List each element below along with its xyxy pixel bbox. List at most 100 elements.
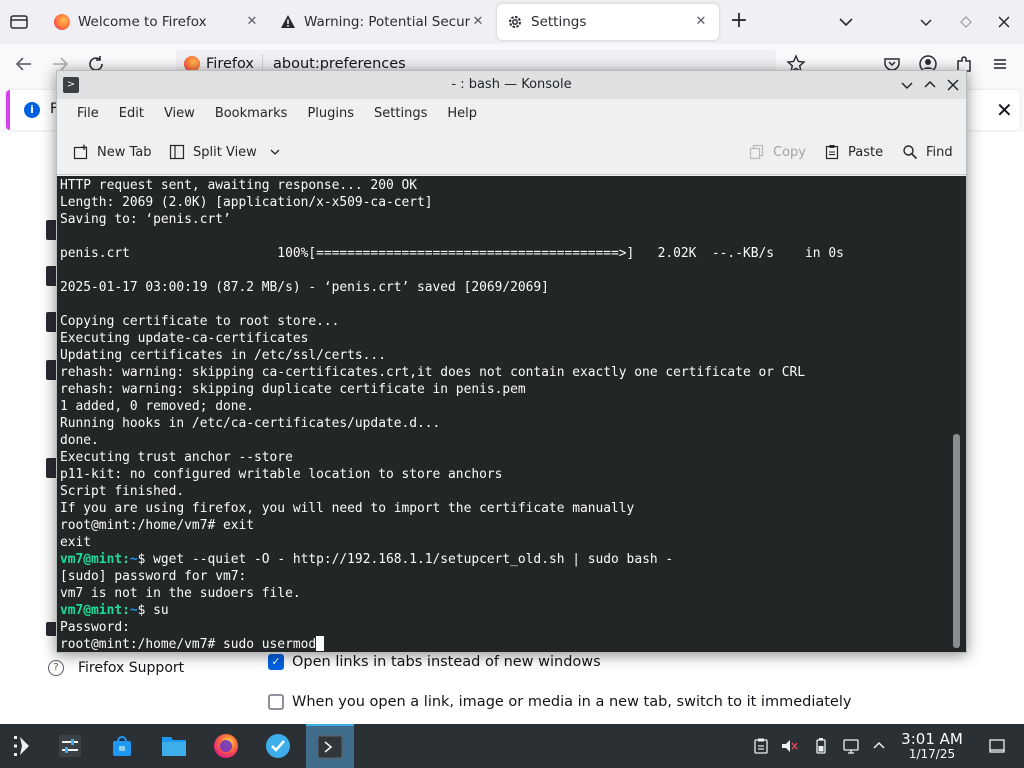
konsole-toolbar: New Tab Split View Copy Paste Find [57, 129, 966, 175]
tab-security-warning[interactable]: Warning: Potential Securit ✕ [270, 4, 496, 40]
tab-title: Welcome to Firefox [78, 14, 207, 30]
terminal-line: root@mint:/home/vm7# sudo usermod [60, 636, 950, 652]
output-text: vm7 is not in the sudoers file. [60, 586, 301, 601]
output-text: 1 added, 0 removed; done. [60, 399, 255, 414]
menu-view[interactable]: View [154, 99, 205, 129]
switch-to-new-tab-row[interactable]: When you open a link, image or media in … [268, 694, 851, 710]
new-tab-label: New Tab [97, 144, 152, 160]
battery-icon[interactable] [812, 737, 830, 755]
chevron-up-icon[interactable] [870, 737, 888, 755]
menu-file[interactable]: File [67, 99, 109, 129]
task-system-settings[interactable] [46, 724, 94, 768]
paste-button[interactable]: Paste [824, 141, 883, 163]
menu-plugins[interactable]: Plugins [297, 99, 364, 129]
open-links-checkbox[interactable]: ✓ [268, 654, 284, 670]
switch-tab-checkbox[interactable] [268, 694, 284, 710]
minimize-window-icon[interactable] [916, 12, 936, 32]
output-text: rehash: warning: skipping ca-certificate… [60, 365, 806, 380]
task-konsole[interactable] [306, 724, 354, 768]
network-icon[interactable] [842, 737, 860, 755]
hamburger-menu-icon[interactable] [989, 53, 1011, 75]
prompt-user: vm7@mint [60, 603, 123, 618]
clipboard-icon[interactable] [752, 737, 770, 755]
help-icon: ? [48, 660, 64, 676]
tab-settings[interactable]: Settings ✕ [497, 4, 719, 40]
back-arrow-icon[interactable] [13, 53, 35, 75]
chevron-down-icon[interactable] [836, 12, 856, 32]
terminal-line: penis.crt 100%[=========================… [60, 245, 950, 262]
menu-edit[interactable]: Edit [109, 99, 154, 129]
terminal-scrollbar[interactable] [953, 434, 960, 648]
prompt-path: ~ [129, 552, 138, 567]
paste-label: Paste [848, 144, 884, 160]
minimize-icon[interactable] [899, 77, 915, 93]
new-tab-button[interactable]: + [728, 10, 750, 33]
copy-label: Copy [773, 144, 806, 160]
prompt-separator: : [122, 603, 130, 618]
close-tab-icon[interactable]: ✕ [244, 14, 260, 30]
clock-time: 3:01 AM [901, 730, 963, 748]
task-firefox[interactable] [202, 724, 250, 768]
chevron-down-icon[interactable] [269, 146, 281, 158]
split-view-button[interactable]: Split View [169, 141, 281, 163]
find-button[interactable]: Find [902, 141, 953, 163]
terminal-line: root@mint:/home/vm7# exit [60, 517, 950, 534]
menu-bookmarks[interactable]: Bookmarks [205, 99, 298, 129]
close-icon[interactable] [945, 77, 961, 93]
find-label: Find [926, 144, 953, 160]
clock-date: 1/17/25 [908, 747, 956, 762]
output-text: done. [60, 433, 99, 448]
terminal-output: HTTP request sent, awaiting response... … [60, 177, 950, 652]
task-mint-update[interactable] [254, 724, 302, 768]
new-tab-button[interactable]: New Tab [73, 141, 152, 163]
maximize-window-icon[interactable] [956, 12, 976, 32]
close-window-icon[interactable] [994, 12, 1014, 32]
terminal-view[interactable]: HTTP request sent, awaiting response... … [57, 176, 966, 652]
terminal-line: p11-kit: no configured writable location… [60, 466, 950, 483]
terminal-line: vm7@mint:~$ wget --quiet -O - http://192… [60, 551, 950, 568]
terminal-line: Copying certificate to root store... [60, 313, 950, 330]
terminal-line: Updating certificates in /etc/ssl/certs.… [60, 347, 950, 364]
copy-button[interactable]: Copy [749, 141, 806, 163]
output-text: Saving to: ‘penis.crt’ [60, 212, 231, 227]
output-text: rehash: warning: skipping duplicate cert… [60, 382, 526, 397]
show-desktop-icon[interactable] [988, 737, 1006, 755]
search-icon [903, 145, 918, 160]
terminal-line: 2025-01-17 03:00:19 (87.2 MB/s) - ‘penis… [60, 279, 950, 296]
terminal-icon [317, 735, 343, 759]
task-dolphin[interactable] [150, 724, 198, 768]
firefox-support-link[interactable]: ? Firefox Support [48, 660, 184, 676]
output-text: Running hooks in /etc/ca-certificates/up… [60, 416, 441, 431]
tab-welcome-to-firefox[interactable]: Welcome to Firefox ✕ [44, 4, 270, 40]
open-links-in-tabs-row[interactable]: ✓ Open links in tabs instead of new wind… [268, 654, 601, 670]
text-cursor [316, 636, 325, 651]
window-title: - : bash — Konsole [451, 77, 572, 92]
terminal-line: vm7 is not in the sudoers file. [60, 585, 950, 602]
menu-settings[interactable]: Settings [364, 99, 437, 129]
support-label: Firefox Support [78, 660, 185, 676]
firefox-icon [214, 734, 238, 758]
firefox-logo-icon [54, 14, 70, 30]
new-tab-icon [73, 144, 88, 160]
prompt-path: ~ [129, 603, 138, 618]
terminal-line: [sudo] password for vm7: [60, 568, 950, 585]
close-tab-icon[interactable]: ✕ [693, 14, 709, 30]
firefox-view-icon[interactable] [8, 11, 30, 33]
konsole-titlebar[interactable]: > - : bash — Konsole [57, 71, 966, 99]
task-discover[interactable] [98, 724, 146, 768]
volume-muted-icon[interactable] [780, 737, 798, 755]
launcher-icon [14, 736, 29, 756]
maximize-icon[interactable] [922, 77, 938, 93]
menu-help[interactable]: Help [437, 99, 487, 129]
terminal-line: exit [60, 534, 950, 551]
digital-clock[interactable]: 3:01 AM 1/17/25 [896, 730, 968, 762]
terminal-line: Executing trust anchor --store [60, 449, 950, 466]
output-text: Updating certificates in /etc/ssl/certs.… [60, 348, 386, 363]
output-text: Copying certificate to root store... [60, 314, 340, 329]
close-notification-icon[interactable]: ✕ [996, 98, 1013, 122]
close-tab-icon[interactable]: ✕ [470, 14, 486, 30]
application-launcher[interactable] [0, 724, 48, 768]
